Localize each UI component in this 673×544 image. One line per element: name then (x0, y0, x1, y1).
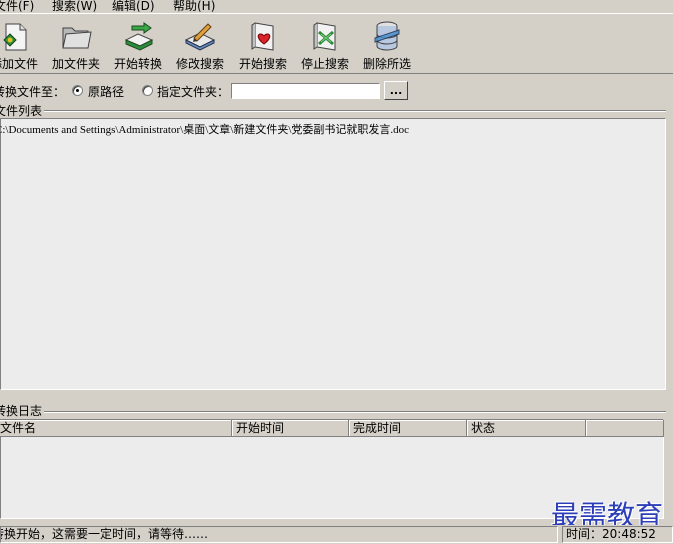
radio-specified-folder-label[interactable]: 指定文件夹： (157, 83, 229, 100)
edit-search-icon (184, 23, 216, 51)
add-file-icon (3, 23, 27, 51)
column-header-filename[interactable]: 文件名 (0, 420, 232, 437)
menu-file[interactable]: 文件(F) (0, 0, 34, 13)
delete-selected-label: 删除所选 (362, 57, 411, 71)
stop-search-label: 停止搜索 (300, 57, 349, 71)
file-list-group-line (0, 110, 666, 112)
menu-search[interactable]: 搜索(W) (52, 0, 97, 13)
radio-original-path-label[interactable]: 原路径 (88, 83, 124, 100)
log-group-line (0, 411, 666, 413)
column-header-start-time[interactable]: 开始时间 (232, 420, 349, 437)
column-header-finish-time[interactable]: 完成时间 (349, 420, 467, 437)
radio-original-path[interactable] (72, 85, 83, 96)
log-title: 转换日志 (0, 402, 45, 419)
output-target-label: 转换文件至： (0, 85, 66, 99)
menu-bar: 文件(F) 搜索(W) 编辑(D) 帮助(H) (0, 0, 673, 13)
column-header-filler (586, 420, 664, 437)
file-list-title: 文件列表 (0, 102, 45, 119)
status-bar: 转换开始，这需要一定时间，请等待…… 时间：20:48:52 (0, 525, 673, 544)
file-list[interactable]: C:\Documents and Settings\Administrator\… (0, 118, 666, 390)
toolbar: 添加文件 加文件夹 开始转换 修改搜索 开始搜索 (0, 13, 673, 74)
start-convert-button[interactable]: 开始转换 (108, 18, 168, 72)
add-file-button[interactable]: 添加文件 (0, 18, 44, 72)
add-folder-label: 加文件夹 (51, 57, 100, 71)
stop-search-icon (313, 22, 336, 51)
edit-search-button[interactable]: 修改搜索 (170, 18, 230, 72)
edit-search-label: 修改搜索 (175, 57, 224, 71)
add-folder-button[interactable]: 加文件夹 (46, 18, 106, 72)
convert-icon (124, 22, 154, 51)
add-folder-icon (62, 27, 92, 49)
start-search-label: 开始搜索 (238, 57, 287, 71)
menu-edit[interactable]: 编辑(D) (112, 0, 155, 13)
column-header-status[interactable]: 状态 (467, 420, 586, 437)
delete-icon (374, 21, 400, 51)
output-options: 转换文件至： 原路径 指定文件夹： ... (0, 78, 673, 104)
folder-path-input[interactable] (231, 83, 380, 99)
status-message: 转换开始，这需要一定时间，请等待…… (0, 526, 558, 543)
status-time: 时间：20:48:52 (562, 526, 673, 543)
search-icon (251, 22, 274, 51)
status-message-text: 转换开始，这需要一定时间，请等待…… (0, 527, 209, 541)
stop-search-button[interactable]: 停止搜索 (295, 18, 355, 72)
list-item[interactable]: C:\Documents and Settings\Administrator\… (0, 121, 409, 137)
radio-specified-folder[interactable] (142, 85, 153, 96)
start-convert-label: 开始转换 (113, 57, 162, 71)
add-file-label: 添加文件 (0, 57, 38, 71)
delete-selected-button[interactable]: 删除所选 (357, 18, 417, 72)
start-search-button[interactable]: 开始搜索 (233, 18, 293, 72)
browse-button[interactable]: ... (384, 81, 408, 100)
menu-help[interactable]: 帮助(H) (173, 0, 215, 13)
